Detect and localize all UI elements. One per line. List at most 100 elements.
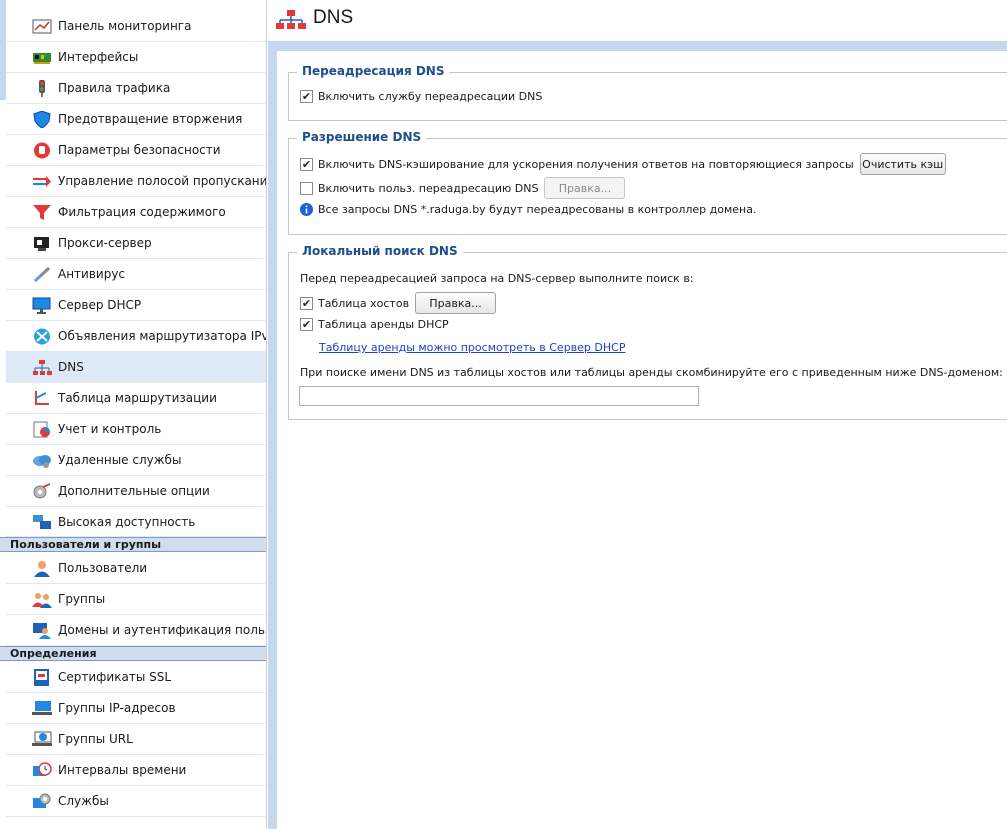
sidebar-item-groups[interactable]: Группы (6, 584, 266, 615)
syringe-icon (33, 266, 51, 283)
sidebar-item-label: Высокая доступность (58, 514, 196, 529)
sidebar-item-content-filter[interactable]: Фильтрация содержимого (6, 197, 266, 228)
dns-cache-label: Включить DNS-кэширование для ускорения п… (318, 157, 854, 171)
routing-icon (35, 391, 49, 405)
sidebar-item-advanced[interactable]: Дополнительные опции (6, 476, 266, 507)
hosts-table-row[interactable]: ✔ Таблица хостов Правка... (300, 292, 497, 314)
ip-group-icon (32, 701, 52, 715)
sidebar-item-intrusion-prevention[interactable]: Предотвращение вторжения (6, 104, 266, 135)
sidebar-item-label: Домены и аутентификация пользоват (58, 623, 266, 637)
info-row: Все запросы DNS *.raduga.by будут переад… (300, 203, 756, 216)
sidebar-item-traffic-rules[interactable]: Правила трафика (6, 73, 266, 104)
gear-tools-icon (33, 483, 51, 499)
hosts-edit-button[interactable]: Правка... (415, 292, 497, 314)
page-title: DNS (313, 7, 354, 28)
ipv6-icon (34, 328, 50, 345)
page-header: DNS (267, 0, 1007, 41)
dhcp-lease-link-row[interactable]: Таблицу аренды можно просмотреть в Серве… (319, 341, 625, 354)
section-header-definitions: Определения (0, 646, 266, 661)
sidebar-item-ssl-certs[interactable]: Сертификаты SSL (6, 662, 266, 693)
sidebar-item-label: Дополнительные опции (58, 484, 210, 498)
sidebar-item-high-availability[interactable]: Высокая доступность (6, 507, 266, 537)
enable-dns-forwarding-label: Включить службу переадресации DNS (318, 90, 543, 103)
sidebar-item-ip-groups[interactable]: Группы IP-адресов (6, 693, 266, 724)
enable-dns-forwarding-row[interactable]: ✔ Включить службу переадресации DNS (300, 90, 542, 103)
sidebar-item-dns[interactable]: DNS (6, 352, 266, 383)
certificate-icon (34, 669, 49, 686)
sidebar-item-interfaces[interactable]: Интерфейсы (6, 42, 266, 73)
sidebar-item-antivirus[interactable]: Антивирус (6, 259, 266, 290)
dhcp-lease-label: Таблица аренды DHCP (318, 318, 449, 331)
sidebar-item-label: Сертификаты SSL (58, 670, 172, 684)
sidebar-item-label: Антивирус (58, 267, 126, 281)
sidebar-item-label: Прокси-сервер (58, 236, 152, 250)
proxy-icon (34, 237, 49, 251)
domain-user-icon (33, 623, 51, 639)
user-icon (34, 561, 50, 577)
sidebar-item-domains-auth[interactable]: Домены и аутентификация пользоват (6, 615, 266, 646)
services-icon (33, 793, 51, 808)
sidebar-item-label: Удаленные службы (58, 453, 182, 467)
sidebar-item-label: DNS (58, 360, 84, 374)
sidebar-item-accounting[interactable]: Учет и контроль (6, 414, 266, 445)
sidebar-item-dashboard[interactable]: Панель мониторинга (6, 11, 266, 42)
sidebar-item-services[interactable]: Службы (6, 786, 266, 817)
section-header-users: Пользователи и группы (0, 537, 266, 552)
sidebar-item-label: Параметры безопасности (58, 143, 221, 157)
enable-dns-forwarding-checkbox[interactable]: ✔ (300, 90, 313, 103)
dhcp-lease-checkbox[interactable]: ✔ (300, 318, 313, 331)
sidebar-item-label: Пользователи (58, 561, 148, 575)
dns-cache-row[interactable]: ✔ Включить DNS-кэширование для ускорения… (300, 153, 946, 175)
hosts-table-label: Таблица хостов (318, 296, 410, 310)
sidebar-item-label: Панель мониторинга (58, 19, 192, 33)
fieldset-legend: Локальный поиск DNS (297, 244, 463, 258)
lookup-intro-row: Перед переадресацией запроса на DNS-серв… (300, 272, 694, 285)
sidebar-item-ipv6-ra[interactable]: Объявления маршрутизатора IPv6 (6, 321, 267, 352)
domain-prompt-text: При поиске имени DNS из таблицы хостов и… (300, 366, 1003, 379)
custom-forward-label: Включить польз. переадресацию DNS (318, 181, 539, 195)
sidebar-item-label: Группы (58, 592, 106, 606)
hand-stop-icon (34, 142, 50, 159)
sidebar-item-label: Управление полосой пропускания и С (58, 174, 267, 188)
dashboard-icon (32, 19, 52, 34)
clear-cache-button[interactable]: Очистить кэш (859, 153, 946, 175)
sidebar-item-label: Объявления маршрутизатора IPv6 (58, 329, 267, 343)
accounting-icon (33, 421, 50, 438)
sidebar-item-label: Службы (58, 794, 109, 808)
sidebar-item-url-groups[interactable]: Группы URL (6, 724, 266, 755)
clock-icon (33, 762, 52, 776)
custom-forward-checkbox[interactable] (300, 181, 313, 195)
sidebar-item-label: Таблица маршрутизации (58, 391, 217, 405)
fieldset-legend: Переадресация DNS (297, 64, 450, 78)
info-icon (300, 203, 313, 216)
sidebar-item-routing-table[interactable]: Таблица маршрутизации (6, 383, 266, 414)
dns-icon (276, 10, 306, 29)
dhcp-lease-link[interactable]: Таблицу аренды можно просмотреть в Серве… (319, 341, 625, 354)
traffic-light-icon (39, 80, 45, 97)
sidebar-item-bandwidth[interactable]: Управление полосой пропускания и С (6, 166, 267, 197)
sidebar-item-security-settings[interactable]: Параметры безопасности (6, 135, 266, 166)
filter-icon (33, 205, 51, 220)
sidebar-item-proxy[interactable]: Прокси-сервер (6, 228, 266, 259)
sidebar-item-time-intervals[interactable]: Интервалы времени (6, 755, 266, 786)
sidebar-item-label: Сервер DHCP (58, 298, 142, 312)
custom-forward-edit-button[interactable]: Правка... (544, 177, 626, 199)
custom-forward-row[interactable]: Включить польз. переадресацию DNS Правка… (300, 177, 626, 199)
sidebar-item-users[interactable]: Пользователи (6, 553, 266, 584)
fieldset-legend: Разрешение DNS (297, 130, 427, 144)
dns-icon (33, 360, 52, 375)
sidebar-item-label: Правила трафика (58, 81, 171, 95)
sidebar-item-dhcp[interactable]: Сервер DHCP (6, 290, 266, 321)
shield-icon (33, 111, 51, 128)
sidebar-item-label: Учет и контроль (58, 422, 162, 436)
dns-cache-checkbox[interactable]: ✔ (300, 157, 313, 171)
sidebar-item-label: Интервалы времени (58, 763, 187, 777)
sidebar-item-label: Предотвращение вторжения (58, 112, 243, 126)
dns-domain-input[interactable] (299, 386, 699, 406)
sidebar-item-remote-services[interactable]: Удаленные службы (6, 445, 266, 476)
dhcp-lease-row[interactable]: ✔ Таблица аренды DHCP (300, 318, 449, 331)
lookup-intro-text: Перед переадресацией запроса на DNS-серв… (300, 272, 694, 285)
info-text: Все запросы DNS *.raduga.by будут переад… (318, 203, 757, 216)
domain-prompt-row: При поиске имени DNS из таблицы хостов и… (300, 366, 1003, 379)
hosts-table-checkbox[interactable]: ✔ (300, 296, 313, 310)
